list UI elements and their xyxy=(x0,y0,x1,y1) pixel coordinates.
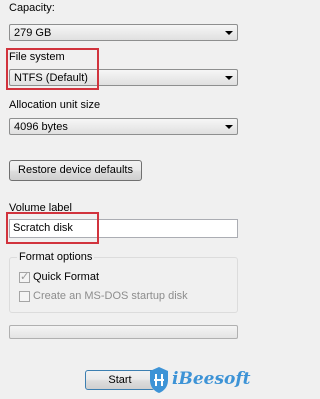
highlight-box-volume-label xyxy=(6,212,99,244)
format-options-group xyxy=(9,257,238,313)
shield-icon xyxy=(150,367,168,393)
capacity-value: 279 GB xyxy=(14,27,52,39)
restore-defaults-button[interactable]: Restore device defaults xyxy=(9,160,142,181)
chevron-down-icon xyxy=(225,76,233,80)
format-options-title: Format options xyxy=(17,251,95,263)
logo-text: iBeesoft xyxy=(172,369,251,389)
allocation-value: 4096 bytes xyxy=(14,121,68,133)
quick-format-label: Quick Format xyxy=(33,271,100,283)
quick-format-checkbox[interactable]: ✓ xyxy=(19,271,30,283)
restore-defaults-label: Restore device defaults xyxy=(18,164,133,176)
start-label: Start xyxy=(108,374,132,386)
start-button[interactable]: Start xyxy=(85,370,155,390)
capacity-dropdown[interactable]: 279 GB xyxy=(9,24,238,41)
msdos-startup-label: Create an MS-DOS startup disk xyxy=(33,290,188,302)
ibeesoft-logo: iBeesoft xyxy=(148,364,251,396)
allocation-dropdown[interactable]: 4096 bytes xyxy=(9,118,238,135)
progress-bar xyxy=(9,325,238,339)
allocation-label: Allocation unit size xyxy=(9,99,101,111)
chevron-down-icon xyxy=(225,125,233,129)
highlight-box-file-system xyxy=(6,48,99,90)
checkmark-icon: ✓ xyxy=(20,271,30,283)
chevron-down-icon xyxy=(225,31,233,35)
msdos-startup-checkbox[interactable] xyxy=(19,291,30,302)
capacity-label: Capacity: xyxy=(9,2,55,14)
